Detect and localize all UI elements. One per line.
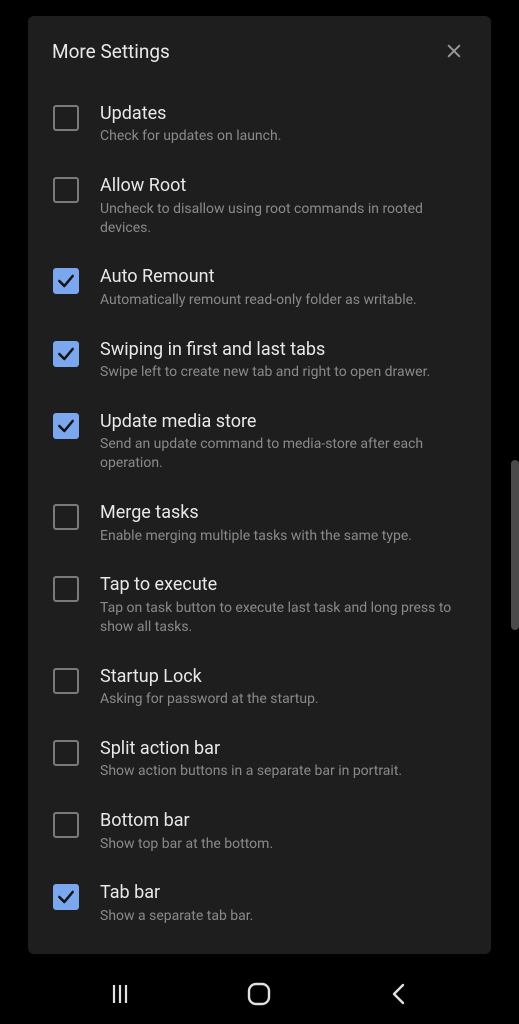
setting-description: Asking for password at the startup. <box>100 690 467 709</box>
setting-text: Tap to execute Tap on task button to exec… <box>100 573 467 636</box>
setting-item[interactable]: Updates Check for updates on launch. <box>52 92 467 164</box>
checkbox-wrap[interactable] <box>52 412 80 440</box>
setting-text: Swiping in first and last tabs Swipe left… <box>100 338 467 382</box>
checkbox-wrap[interactable] <box>52 811 80 839</box>
setting-title: Update media store <box>100 410 467 433</box>
checkbox[interactable] <box>53 884 79 910</box>
checkbox[interactable] <box>53 740 79 766</box>
setting-text: Allow Root Uncheck to disallow using root… <box>100 174 467 237</box>
setting-description: Show a separate tab bar. <box>100 907 467 926</box>
checkbox-wrap[interactable] <box>52 575 80 603</box>
setting-item[interactable]: Update media storeSend an update command… <box>52 400 467 491</box>
checkbox[interactable] <box>53 105 79 131</box>
setting-text: Startup Lock Asking for password at the s… <box>100 665 467 709</box>
checkbox[interactable] <box>53 177 79 203</box>
setting-description: Show top bar at the bottom. <box>100 835 467 854</box>
setting-title: Tap to execute <box>100 573 467 596</box>
setting-item[interactable]: Bottom bar Show top bar at the bottom. <box>52 799 467 871</box>
setting-text: Tab bar Show a separate tab bar. <box>100 881 467 925</box>
close-button[interactable] <box>441 38 467 64</box>
settings-list: Updates Check for updates on launch. Allow… <box>52 92 467 954</box>
checkbox[interactable] <box>53 576 79 602</box>
checkbox-wrap[interactable] <box>52 739 80 767</box>
setting-item[interactable]: Merge tasks Enable merging multiple tasks… <box>52 491 467 563</box>
setting-description: Send an update command to media-store af… <box>100 435 467 473</box>
checkbox[interactable] <box>53 812 79 838</box>
setting-title: Swiping in first and last tabs <box>100 338 467 361</box>
back-button[interactable] <box>379 974 419 1014</box>
setting-item[interactable]: Startup Lock Asking for password at the s… <box>52 655 467 727</box>
setting-title: Updates <box>100 102 467 125</box>
back-icon <box>389 982 409 1006</box>
setting-item[interactable]: Auto Remount Automatically remount read-o… <box>52 255 467 327</box>
setting-item[interactable]: Tab bar Show a separate tab bar. <box>52 871 467 943</box>
setting-description: Tap on task button to execute last task … <box>100 599 467 637</box>
checkbox[interactable] <box>53 504 79 530</box>
checkbox-wrap[interactable] <box>52 104 80 132</box>
setting-title: Merge tasks <box>100 501 467 524</box>
setting-item[interactable]: Tap to execute Tap on task button to exec… <box>52 563 467 654</box>
checkbox-wrap[interactable] <box>52 267 80 295</box>
setting-title: Allow Root <box>100 174 467 197</box>
setting-description: Automatically remount read-only folder a… <box>100 291 467 310</box>
checkbox-wrap[interactable] <box>52 503 80 531</box>
checkbox-wrap[interactable] <box>52 340 80 368</box>
scroll-indicator[interactable] <box>511 460 519 630</box>
setting-description: Enable merging multiple tasks with the s… <box>100 527 467 546</box>
setting-description: Swipe left to create new tab and right t… <box>100 363 467 382</box>
setting-description: Show action buttons in a separate bar in… <box>100 762 467 781</box>
setting-text: Split action bar Show action buttons in a… <box>100 737 467 781</box>
navigation-bar <box>0 964 519 1024</box>
recents-icon <box>108 983 132 1005</box>
setting-title: Auto Remount <box>100 265 467 288</box>
setting-title: Tab bar <box>100 881 467 904</box>
checkbox[interactable] <box>53 413 79 439</box>
checkbox[interactable] <box>53 268 79 294</box>
setting-title: Bottom bar <box>100 809 467 832</box>
dialog-title: More Settings <box>52 40 170 63</box>
setting-text: Merge tasks Enable merging multiple tasks… <box>100 501 467 545</box>
checkbox[interactable] <box>53 341 79 367</box>
setting-text: Update media storeSend an update command… <box>100 410 467 473</box>
checkbox-wrap[interactable] <box>52 176 80 204</box>
check-icon <box>56 887 76 907</box>
close-icon <box>444 41 464 61</box>
check-icon <box>56 271 76 291</box>
setting-text: Auto Remount Automatically remount read-o… <box>100 265 467 309</box>
recents-button[interactable] <box>100 974 140 1014</box>
setting-description: Uncheck to disallow using root commands … <box>100 200 467 238</box>
checkbox-wrap[interactable] <box>52 667 80 695</box>
check-icon <box>56 344 76 364</box>
setting-item[interactable]: Split action bar Show action buttons in a… <box>52 727 467 799</box>
checkbox[interactable] <box>53 668 79 694</box>
setting-item[interactable]: Swiping in first and last tabs Swipe left… <box>52 328 467 400</box>
setting-text: Updates Check for updates on launch. <box>100 102 467 146</box>
checkbox-wrap[interactable] <box>52 883 80 911</box>
setting-title: Split action bar <box>100 737 467 760</box>
setting-text: Bottom bar Show top bar at the bottom. <box>100 809 467 853</box>
settings-dialog: More Settings Updates Check for updates o… <box>28 16 491 954</box>
setting-item[interactable]: Tool barShow a separate tool bar. <box>52 944 467 954</box>
home-icon <box>246 981 272 1007</box>
setting-title: Startup Lock <box>100 665 467 688</box>
check-icon <box>56 416 76 436</box>
setting-item[interactable]: Allow Root Uncheck to disallow using root… <box>52 164 467 255</box>
home-button[interactable] <box>239 974 279 1014</box>
dialog-header: More Settings <box>52 38 467 64</box>
setting-description: Check for updates on launch. <box>100 127 467 146</box>
